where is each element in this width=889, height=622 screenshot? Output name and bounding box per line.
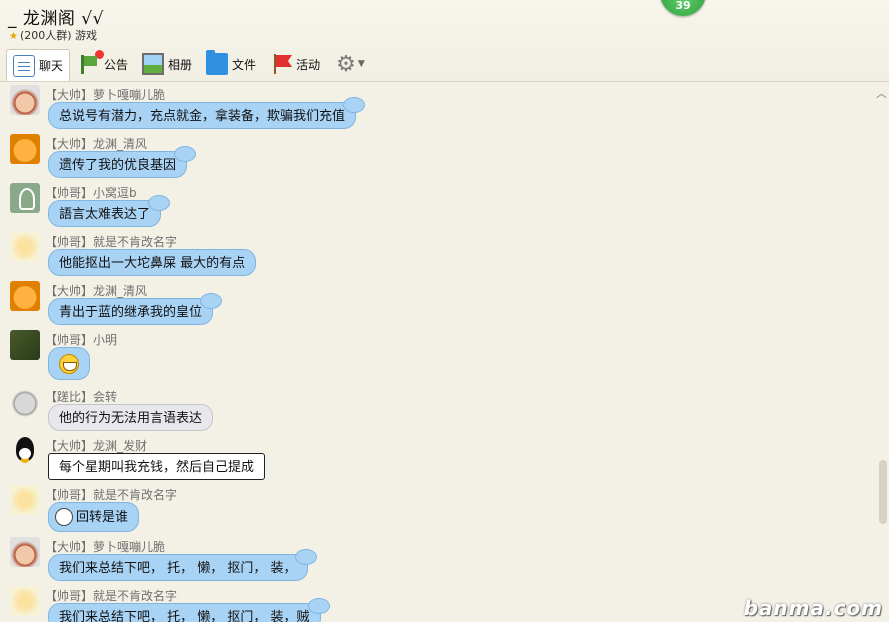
collapse-icon[interactable]: ︿: [876, 85, 887, 101]
avatar[interactable]: [10, 281, 40, 311]
avatar[interactable]: [10, 586, 40, 616]
star-icon: ★: [9, 31, 18, 42]
message-bubble: 青出于蓝的继承我的皇位: [48, 293, 223, 325]
sender-name[interactable]: 【帅哥】就是不肯改名字: [45, 486, 177, 503]
sender-name[interactable]: 【大帅】萝卜嘎嘣儿脆: [45, 538, 165, 555]
scrollbar-thumb[interactable]: [879, 460, 887, 524]
tab-events-label: 活动: [296, 57, 321, 72]
notice-flag-icon: [78, 50, 105, 75]
chevron-down-icon: ▼: [357, 59, 365, 69]
tab-chat[interactable]: 聊天: [6, 49, 71, 81]
message-bubble: 遗传了我的优良基因: [48, 146, 197, 178]
message-bubble: 回转是谁: [48, 502, 140, 532]
avatar[interactable]: [10, 436, 40, 466]
tab-files[interactable]: 文件: [200, 49, 262, 79]
message-item: 【帅哥】就是不肯改名字 他能抠出一大坨鼻屎 最大的有点: [0, 230, 872, 279]
message-bubble: [48, 347, 90, 380]
grin-emoji-icon: [59, 353, 79, 374]
message-item: 【大帅】龙渊_清风 青出于蓝的继承我的皇位: [0, 279, 872, 328]
sender-name[interactable]: 【帅哥】小明: [45, 331, 117, 348]
message-bubble: 語言太难表达了: [48, 195, 171, 227]
sender-name[interactable]: 【大帅】龙渊_发财: [45, 437, 147, 454]
level-badge[interactable]: 39: [660, 0, 706, 16]
message-item: 【蹉比】会转 他的行为无法用言语表达: [0, 385, 872, 434]
group-title: _ 龙渊阁 √√: [8, 9, 104, 29]
sender-name[interactable]: 【大帅】龙渊_清风: [45, 282, 147, 299]
tab-album[interactable]: 相册: [136, 49, 198, 79]
message-bubble: 我们来总结下吧， 托， 懒， 抠门， 装，贼: [48, 598, 330, 622]
folder-icon: [206, 50, 229, 75]
message-item: 【大帅】萝卜嘎嘣儿脆 我们来总结下吧， 托， 懒， 抠门， 装，: [0, 535, 872, 584]
tab-album-label: 相册: [168, 57, 193, 72]
sender-name[interactable]: 【大帅】萝卜嘎嘣儿脆: [45, 86, 165, 103]
gear-icon: ⚙: [336, 51, 356, 77]
message-item: 【大帅】龙渊_发财 每个星期叫我充钱，然后自己提成: [0, 434, 872, 483]
tab-events[interactable]: 活动: [264, 49, 326, 79]
settings-button[interactable]: ⚙ ▼: [328, 49, 371, 79]
tab-notice-label: 公告: [104, 57, 129, 72]
sender-name[interactable]: 【帅哥】就是不肯改名字: [45, 587, 177, 604]
message-bubble: 他的行为无法用言语表达: [48, 404, 214, 431]
message-bubble: 他能抠出一大坨鼻屎 最大的有点: [48, 249, 257, 276]
sender-name[interactable]: 【大帅】龙渊_清风: [45, 135, 147, 152]
avatar[interactable]: [10, 330, 40, 360]
avatar[interactable]: [10, 134, 40, 164]
sender-name[interactable]: 【帅哥】小窝逗b: [45, 184, 137, 201]
chat-icon: [13, 54, 35, 77]
avatar[interactable]: [10, 183, 40, 213]
chat-message-list[interactable]: 【大帅】萝卜嘎嘣儿脆 总说号有潜力，充点就金，拿装备，欺骗我们充值 【大帅】龙渊…: [0, 83, 872, 622]
face-emoji-icon: [55, 507, 73, 526]
message-text: 回转是谁: [76, 510, 129, 525]
avatar[interactable]: [10, 537, 40, 567]
message-item: 【大帅】龙渊_清风 遗传了我的优良基因: [0, 132, 872, 181]
sender-name[interactable]: 【帅哥】就是不肯改名字: [45, 233, 177, 250]
watermark-logo: banma.com: [743, 596, 883, 620]
tab-notice[interactable]: 公告: [72, 49, 134, 79]
message-item: 【帅哥】就是不肯改名字 回转是谁: [0, 483, 872, 535]
red-flag-icon: [270, 53, 293, 75]
tab-files-label: 文件: [232, 57, 257, 72]
avatar[interactable]: [10, 387, 40, 417]
message-item: 【帅哥】就是不肯改名字 我们来总结下吧， 托， 懒， 抠门， 装，贼: [0, 584, 872, 622]
message-bubble: 总说号有潜力，充点就金，拿装备，欺骗我们充值: [48, 97, 366, 129]
toolbar: 聊天 公告 相册 文件 活动 ⚙ ▼: [6, 48, 373, 81]
sender-name[interactable]: 【蹉比】会转: [45, 388, 117, 405]
avatar[interactable]: [10, 232, 40, 262]
tab-chat-label: 聊天: [39, 59, 64, 73]
message-bubble: 我们来总结下吧， 托， 懒， 抠门， 装，: [48, 549, 317, 581]
message-bubble: 每个星期叫我充钱，然后自己提成: [48, 453, 266, 480]
message-item: 【帅哥】小窝逗b 語言太难表达了: [0, 181, 872, 230]
group-info: (200人群) 游戏: [19, 29, 98, 42]
message-item: 【帅哥】小明: [0, 328, 872, 385]
album-icon: [142, 53, 165, 75]
avatar[interactable]: [10, 85, 40, 115]
avatar[interactable]: [10, 485, 40, 515]
group-subtitle: ★ (200人群) 游戏: [9, 27, 97, 43]
group-header: _ 龙渊阁 √√ ★ (200人群) 游戏 39 聊天 公告 相册 文件 活动 ⚙…: [0, 0, 889, 82]
message-item: 【大帅】萝卜嘎嘣儿脆 总说号有潜力，充点就金，拿装备，欺骗我们充值: [0, 83, 872, 132]
